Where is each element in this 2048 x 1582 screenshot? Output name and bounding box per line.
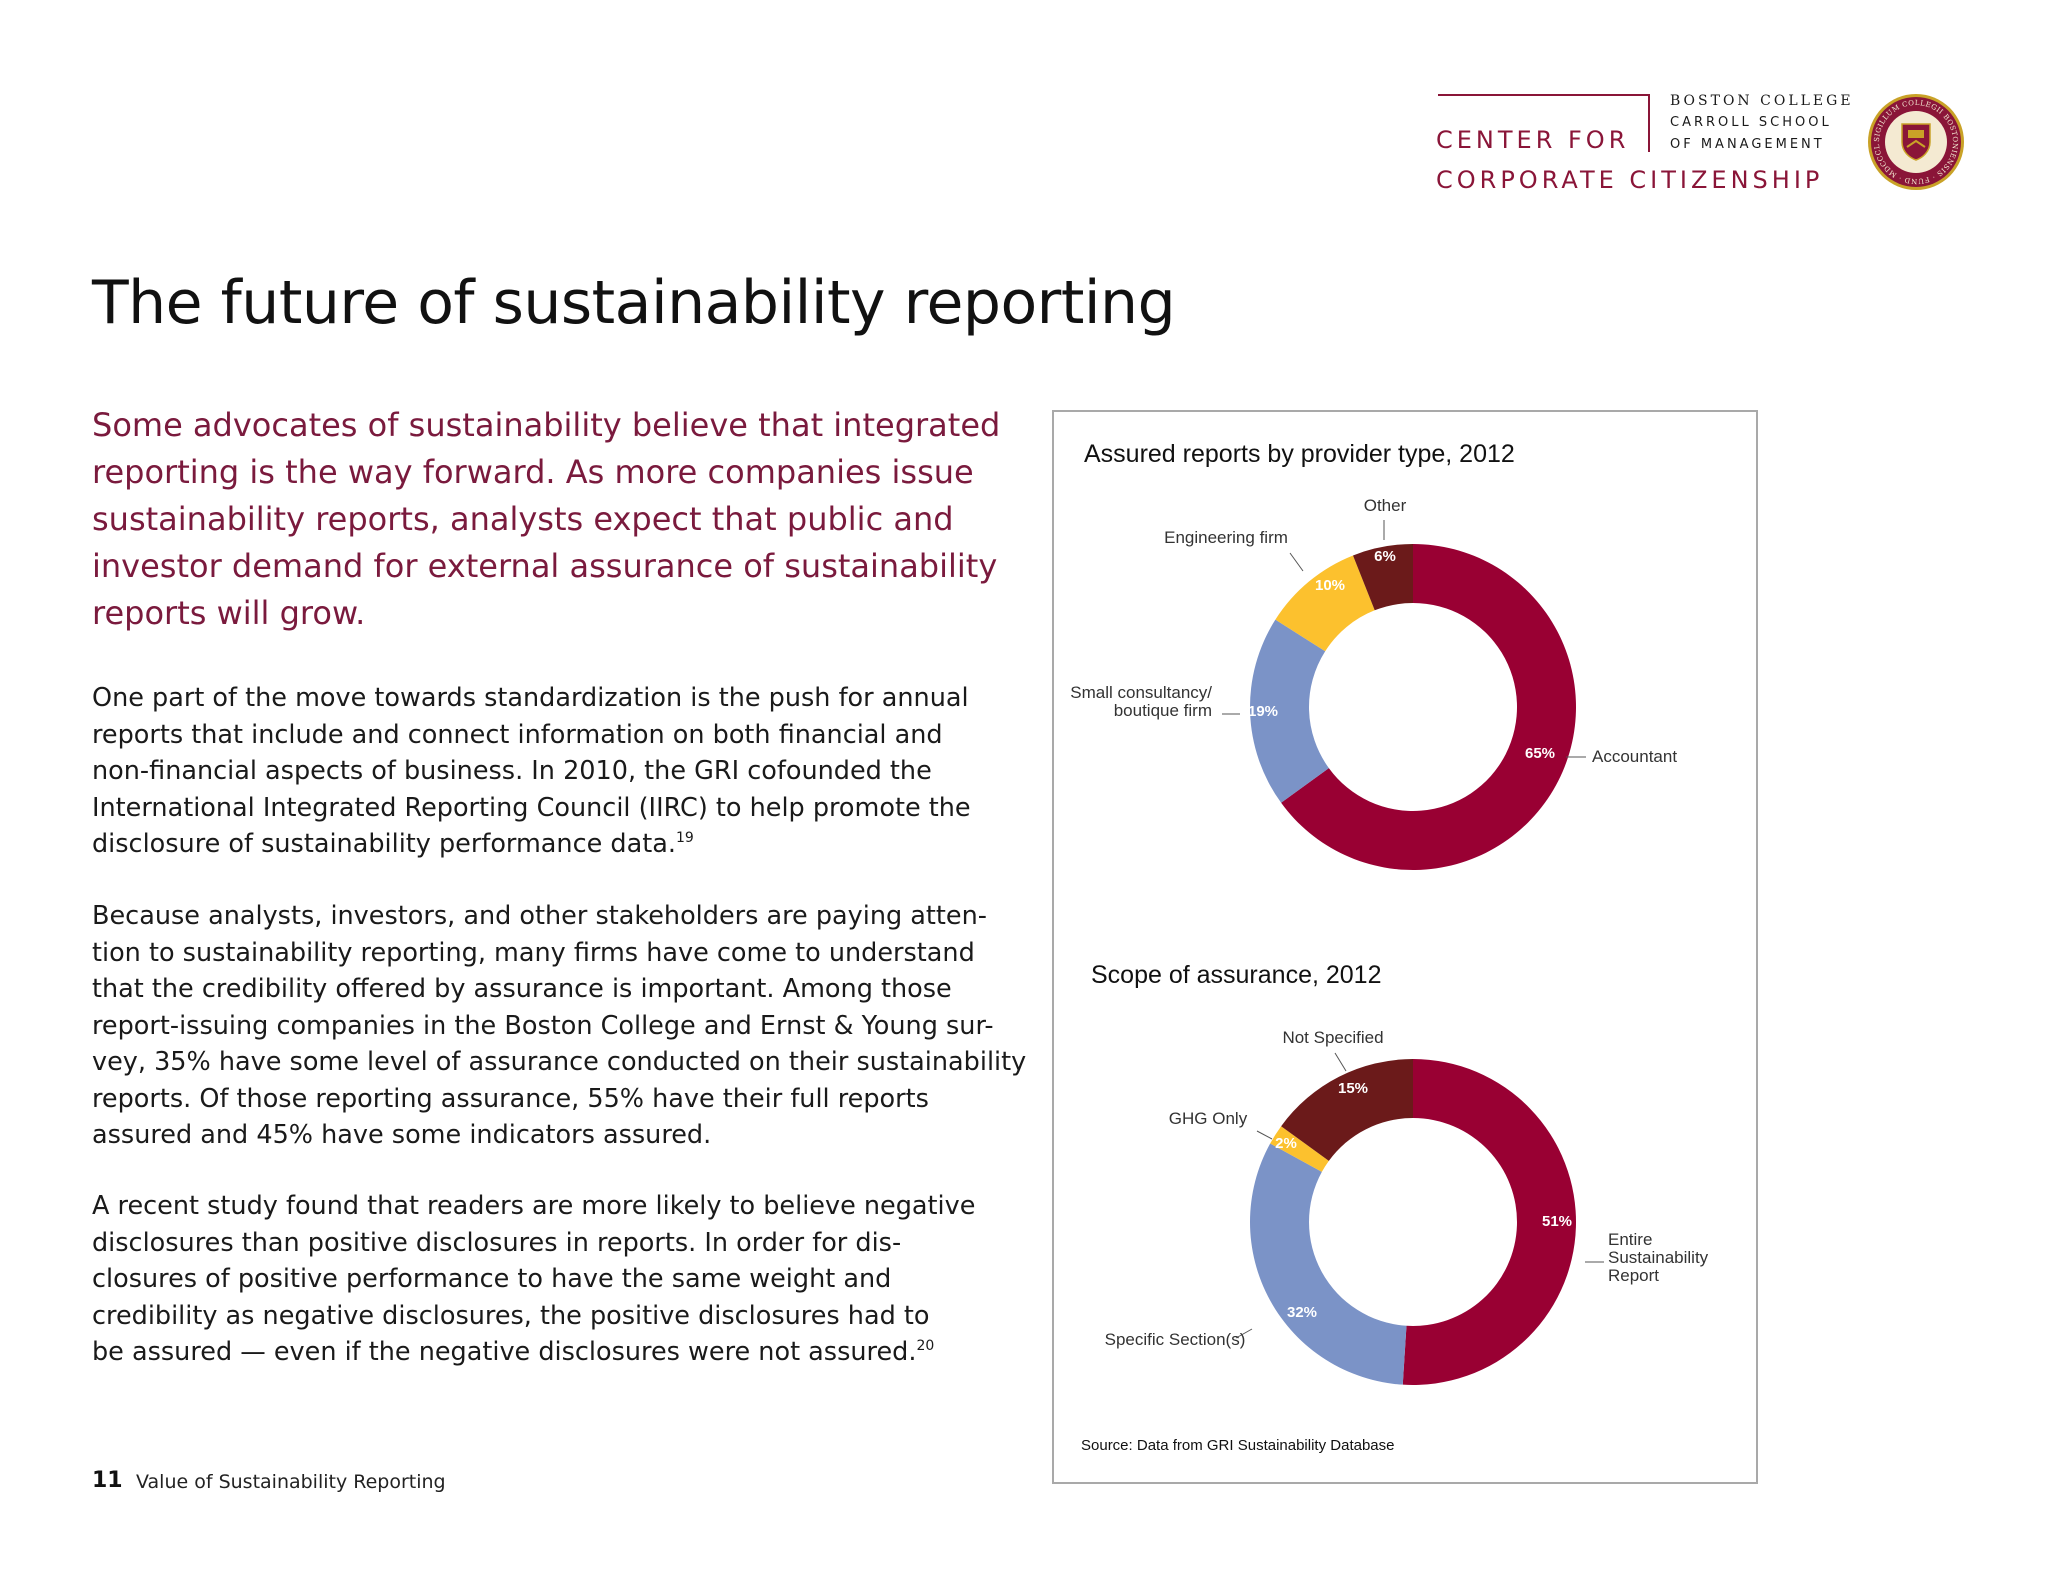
donut-slice-specific-section-s bbox=[1249, 1143, 1407, 1385]
category-label: Not Specified bbox=[1282, 1028, 1383, 1047]
category-label: Accountant bbox=[1592, 747, 1677, 766]
category-label: Entire bbox=[1608, 1230, 1652, 1249]
category-label: Specific Section(s) bbox=[1105, 1330, 1246, 1349]
data-label: 6% bbox=[1374, 548, 1396, 565]
data-label: 65% bbox=[1525, 745, 1555, 762]
category-label: Report bbox=[1608, 1266, 1659, 1285]
data-label: 10% bbox=[1315, 577, 1345, 594]
chart-area: Assured reports by provider type, 2012 65… bbox=[1070, 440, 1709, 1454]
data-label: 15% bbox=[1338, 1080, 1368, 1097]
category-label: Other bbox=[1364, 496, 1407, 515]
data-label: 2% bbox=[1275, 1135, 1297, 1152]
chart-title: Assured reports by provider type, 2012 bbox=[1084, 440, 1515, 468]
category-label: Engineering firm bbox=[1164, 528, 1288, 547]
leader-line bbox=[1289, 552, 1304, 572]
data-label: 19% bbox=[1248, 703, 1278, 720]
leader-line bbox=[1256, 1130, 1273, 1140]
category-label: boutique firm bbox=[1114, 701, 1212, 720]
data-label: 51% bbox=[1542, 1213, 1572, 1230]
chart-title: Scope of assurance, 2012 bbox=[1091, 961, 1381, 989]
category-label: GHG Only bbox=[1169, 1109, 1248, 1128]
chart-source: Source: Data from GRI Sustainability Dat… bbox=[1081, 1437, 1394, 1454]
data-label: 32% bbox=[1287, 1304, 1317, 1321]
leader-line bbox=[1334, 1052, 1347, 1072]
category-label: Sustainability bbox=[1608, 1248, 1709, 1267]
category-label: Small consultancy/ bbox=[1070, 683, 1212, 702]
